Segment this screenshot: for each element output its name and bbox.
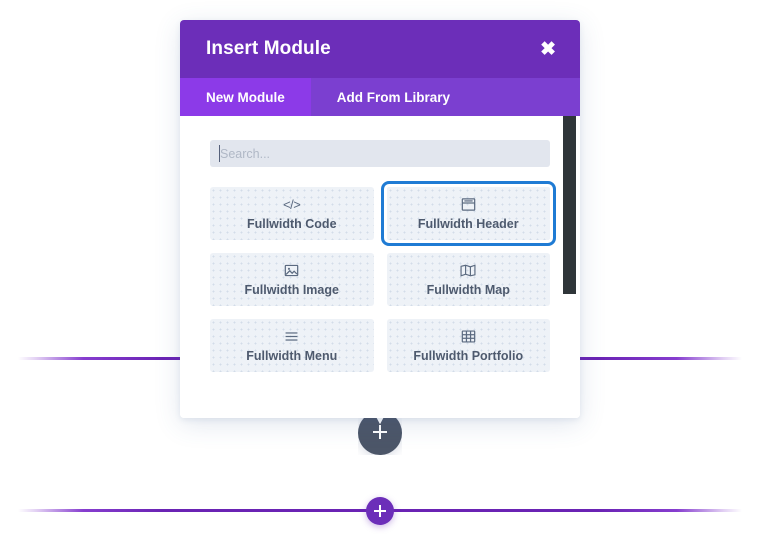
module-tile-label: Fullwidth Map bbox=[426, 283, 510, 297]
image-icon bbox=[284, 262, 299, 278]
search-field-wrapper bbox=[210, 140, 550, 167]
module-tile-fullwidth-header[interactable]: Fullwidth Header bbox=[380, 181, 556, 246]
tab-new-module[interactable]: New Module bbox=[180, 78, 311, 116]
header-icon bbox=[461, 196, 476, 212]
search-input[interactable] bbox=[210, 140, 550, 167]
module-grid: </> Fullwidth Code Fullwidth Header Full… bbox=[210, 181, 556, 372]
modal-tabbar: New Module Add From Library bbox=[180, 78, 580, 116]
tab-add-from-library[interactable]: Add From Library bbox=[311, 78, 476, 116]
add-section-button[interactable] bbox=[366, 497, 394, 525]
module-tile-label: Fullwidth Header bbox=[417, 217, 519, 231]
menu-icon bbox=[284, 328, 299, 344]
code-icon: </> bbox=[283, 196, 301, 212]
module-tile-fullwidth-menu[interactable]: Fullwidth Menu bbox=[210, 319, 374, 372]
modal-title: Insert Module bbox=[206, 38, 331, 59]
module-tile-label: Fullwidth Code bbox=[246, 217, 337, 231]
module-tile-label: Fullwidth Menu bbox=[246, 349, 338, 363]
text-caret bbox=[219, 145, 220, 162]
modal-header: Insert Module ✖ bbox=[180, 20, 580, 78]
modal-body: </> Fullwidth Code Fullwidth Header bbox=[180, 116, 580, 418]
plus-icon bbox=[374, 505, 386, 517]
module-tile-label: Fullwidth Portfolio bbox=[413, 349, 524, 363]
modal-scrollbar-track[interactable] bbox=[563, 116, 580, 418]
portfolio-icon bbox=[461, 328, 476, 344]
close-icon[interactable]: ✖ bbox=[538, 36, 558, 63]
module-tile-fullwidth-portfolio[interactable]: Fullwidth Portfolio bbox=[386, 319, 550, 372]
modal-scrollbar-thumb[interactable] bbox=[563, 116, 576, 294]
insert-module-modal: Insert Module ✖ New Module Add From Libr… bbox=[180, 20, 580, 418]
module-tile-fullwidth-map[interactable]: Fullwidth Map bbox=[386, 253, 550, 306]
module-tile-fullwidth-image[interactable]: Fullwidth Image bbox=[210, 253, 374, 306]
module-tile-label: Fullwidth Image bbox=[244, 283, 339, 297]
map-icon bbox=[460, 262, 476, 278]
module-tile-fullwidth-code[interactable]: </> Fullwidth Code bbox=[210, 187, 374, 240]
